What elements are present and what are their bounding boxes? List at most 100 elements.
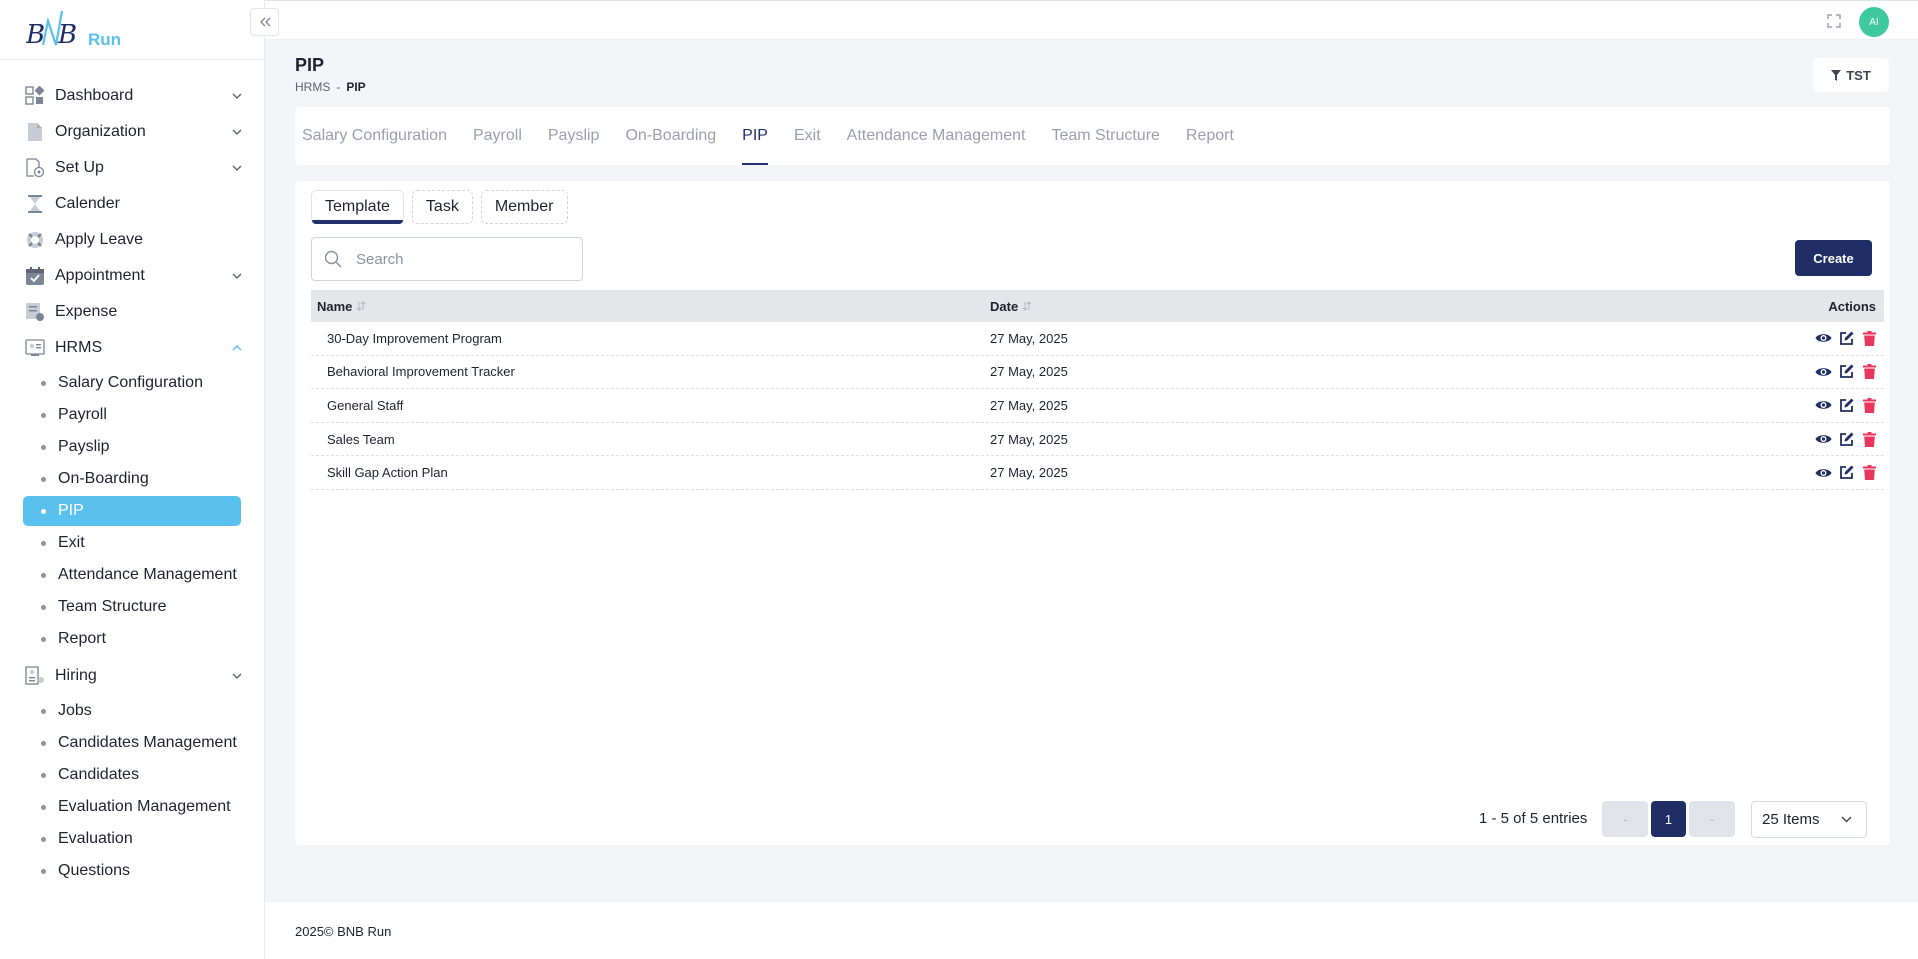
hiring-icon [25, 666, 45, 686]
delete-icon[interactable] [1861, 363, 1878, 380]
tab-payslip[interactable]: Payslip [548, 107, 600, 165]
sidebar-subitem-on-boarding[interactable]: On-Boarding [0, 464, 264, 494]
sidebar-subitem-payslip[interactable]: Payslip [0, 432, 264, 462]
svg-text:B: B [57, 20, 77, 50]
dashboard-icon [25, 86, 45, 106]
sidebar-subitem-evaluation-management[interactable]: Evaluation Management [0, 792, 264, 822]
tab-team-structure[interactable]: Team Structure [1051, 107, 1159, 165]
search-input[interactable] [356, 250, 556, 268]
cell-actions [1590, 330, 1884, 347]
delete-icon[interactable] [1861, 431, 1878, 448]
pagination: - 1 - [1602, 801, 1735, 837]
sidebar-subitem-candidates[interactable]: Candidates [0, 760, 264, 790]
edit-icon[interactable] [1838, 464, 1855, 481]
sidebar-subitem-attendance-management[interactable]: Attendance Management [0, 560, 264, 590]
edit-icon[interactable] [1838, 363, 1855, 380]
sidebar-subitem-payroll[interactable]: Payroll [0, 400, 264, 430]
breadcrumb-item[interactable]: HRMS [295, 80, 330, 94]
cell-date: 27 May, 2025 [990, 397, 1068, 413]
sidebar-item-setup[interactable]: Set Up [0, 150, 264, 186]
filter-button[interactable]: TST [1813, 58, 1889, 92]
chevron-down-icon [230, 125, 244, 139]
delete-icon[interactable] [1861, 464, 1878, 481]
document-icon [25, 122, 45, 142]
delete-icon[interactable] [1861, 330, 1878, 347]
tab-pip[interactable]: PIP [742, 107, 768, 165]
cell-name: Behavioral Improvement Tracker [327, 364, 515, 380]
prev-page-button[interactable]: - [1602, 801, 1648, 837]
chevron-down-icon [230, 161, 244, 175]
collapse-sidebar-button[interactable] [250, 8, 279, 36]
sidebar-subitem-evaluation[interactable]: Evaluation [0, 824, 264, 854]
subtab-member[interactable]: Member [480, 190, 568, 224]
sidebar-item-apply-leave[interactable]: Apply Leave [0, 222, 264, 258]
sub-tabs: Template Task Member [311, 190, 568, 224]
cell-actions [1590, 363, 1884, 380]
view-icon[interactable] [1815, 397, 1832, 414]
sidebar-item-appointment[interactable]: Appointment [0, 258, 264, 294]
tab-salary-configuration[interactable]: Salary Configuration [302, 107, 447, 165]
delete-icon[interactable] [1861, 397, 1878, 414]
sidebar-subitem-pip[interactable]: PIP [23, 496, 241, 526]
svg-text:Run: Run [88, 30, 121, 49]
footer: 2025© BNB Run [265, 902, 1918, 959]
view-icon[interactable] [1815, 464, 1832, 481]
sidebar-subitem-team-structure[interactable]: Team Structure [0, 592, 264, 622]
sidebar-item-dashboard[interactable]: Dashboard [0, 78, 264, 114]
expense-icon [25, 302, 45, 322]
sidebar-subitem-candidates-management[interactable]: Candidates Management [0, 728, 264, 758]
logo[interactable]: B B Run [0, 0, 264, 60]
subtab-task[interactable]: Task [411, 190, 473, 224]
items-per-page-value: 25 Items [1762, 811, 1820, 828]
cell-date: 27 May, 2025 [990, 431, 1068, 447]
next-page-button[interactable]: - [1689, 801, 1735, 837]
subtab-template[interactable]: Template [311, 190, 404, 224]
table-row: Skill Gap Action Plan 27 May, 2025 [311, 456, 1884, 490]
create-button[interactable]: Create [1795, 240, 1872, 276]
sidebar-subitem-exit[interactable]: Exit [0, 528, 264, 558]
tab-report[interactable]: Report [1186, 107, 1234, 165]
items-per-page-select[interactable]: 25 Items [1751, 801, 1867, 838]
sidebar-item-expense[interactable]: Expense [0, 294, 264, 330]
view-icon[interactable] [1815, 363, 1832, 380]
avatar[interactable]: AI [1859, 7, 1889, 37]
sidebar-item-calender[interactable]: Calender [0, 186, 264, 222]
sidebar-item-hrms[interactable]: HRMS [0, 330, 264, 366]
edit-icon[interactable] [1838, 431, 1855, 448]
lifebuoy-icon [25, 230, 45, 250]
cell-name: General Staff [327, 397, 404, 413]
sidebar-subitem-jobs[interactable]: Jobs [0, 696, 264, 726]
sidebar-subitem-salary-configuration[interactable]: Salary Configuration [0, 368, 264, 398]
edit-icon[interactable] [1838, 330, 1855, 347]
fullscreen-button[interactable] [1826, 13, 1842, 29]
cell-date: 27 May, 2025 [990, 330, 1068, 346]
column-date[interactable]: Date [990, 299, 1590, 314]
fullscreen-icon [1827, 14, 1841, 28]
chevron-down-icon [230, 669, 244, 683]
tab-on-boarding[interactable]: On-Boarding [625, 107, 716, 165]
sidebar-subitem-report[interactable]: Report [0, 624, 264, 654]
breadcrumb-separator: - [336, 80, 341, 94]
sidebar-subitem-questions[interactable]: Questions [0, 856, 264, 886]
edit-icon[interactable] [1838, 397, 1855, 414]
tab-attendance-management[interactable]: Attendance Management [847, 107, 1026, 165]
filter-icon [1831, 69, 1842, 81]
tab-payroll[interactable]: Payroll [473, 107, 522, 165]
search-box [311, 237, 583, 281]
page-button-current[interactable]: 1 [1651, 801, 1686, 837]
cell-name: 30-Day Improvement Program [327, 330, 502, 346]
sidebar-item-organization[interactable]: Organization [0, 114, 264, 150]
table-header: Name Date Actions [311, 290, 1884, 322]
view-icon[interactable] [1815, 431, 1832, 448]
column-name-label: Name [317, 298, 353, 314]
pip-template-card: Template Task Member Create Name Date Ac… [295, 181, 1890, 845]
search-icon [324, 250, 342, 268]
hrms-icon [25, 338, 45, 358]
column-name[interactable]: Name [311, 299, 990, 314]
entries-summary: 1 - 5 of 5 entries [1479, 810, 1588, 827]
tab-exit[interactable]: Exit [794, 107, 821, 165]
column-date-label: Date [990, 298, 1019, 314]
sidebar-item-hiring[interactable]: Hiring [0, 658, 264, 694]
view-icon[interactable] [1815, 330, 1832, 347]
breadcrumb-current: PIP [346, 80, 366, 94]
